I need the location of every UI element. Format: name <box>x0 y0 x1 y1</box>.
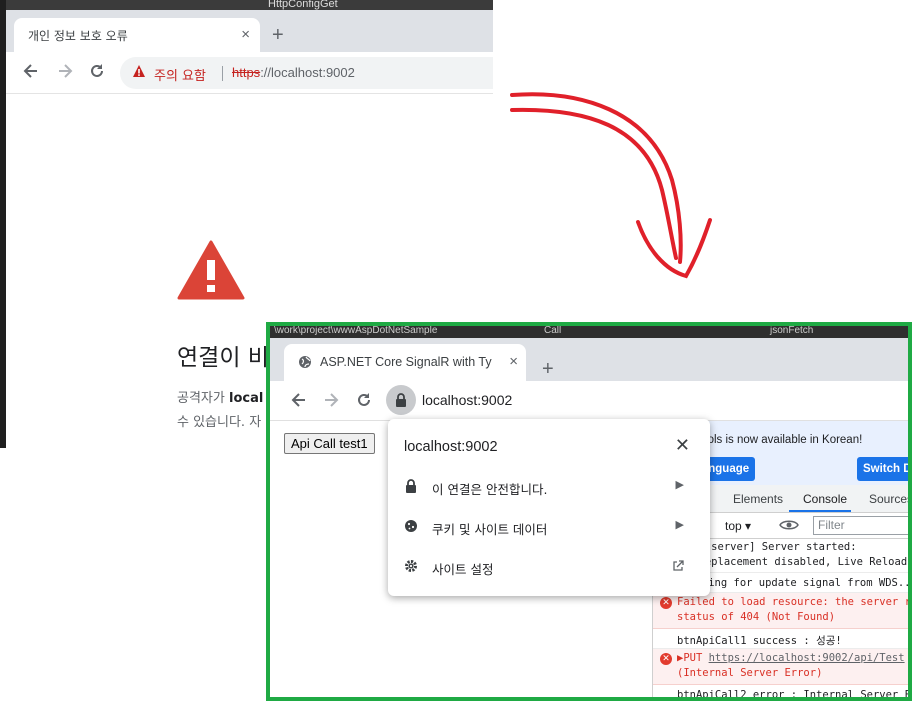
warning-triangle-icon <box>133 65 145 77</box>
console-error-row: ✕ Failed to load resource: the server re… <box>653 593 911 629</box>
red-arrow-annotation <box>510 92 712 279</box>
active-tab-indicator <box>789 510 851 512</box>
popup-row-connection[interactable]: 이 연결은 안전합니다. ▶ <box>388 467 710 507</box>
reload-icon <box>91 64 103 77</box>
tab-bar: 개인 정보 보호 오류 × + <box>6 10 493 52</box>
background-window-strip: \work\project\wwwAspDotNetSample Call js… <box>270 326 908 338</box>
log-text: status of 404 (Not Found) <box>677 611 836 623</box>
tab-close-button[interactable]: × <box>509 353 518 370</box>
error-description-host: local <box>228 391 264 406</box>
chevron-right-icon: ▶ <box>675 479 684 491</box>
large-warning-icon <box>177 240 245 300</box>
tab-title: ASP.NET Core SignalR with TypeScript <box>320 355 492 369</box>
tab-privacy-error[interactable]: 개인 정보 보호 오류 × <box>14 18 260 52</box>
switch-korean-button[interactable]: Switch DevTools to Korean <box>857 457 908 481</box>
log-text: Failed to load resource: the server resp… <box>677 596 911 608</box>
url-text[interactable]: localhost:9002 <box>422 392 512 408</box>
popup-close-button[interactable]: ✕ <box>675 435 690 456</box>
url-host: ://localhost:9002 <box>260 65 355 80</box>
reload-button[interactable] <box>88 62 106 85</box>
tab-title: 개인 정보 보호 오류 <box>28 29 128 43</box>
omnibox-divider <box>222 66 223 81</box>
url-scheme: https <box>232 65 261 80</box>
background-item: Call <box>544 326 562 336</box>
log-text: btnApiCall1 success : 성공! <box>677 635 842 647</box>
console-error-row: ✕ ▶PUT https://localhost:9002/api/Test (… <box>653 649 908 685</box>
forward-button[interactable] <box>322 391 340 414</box>
address-bar[interactable]: 주의 요함 https://localhost:9002 <box>120 57 493 89</box>
arrow-left-icon <box>23 64 37 78</box>
error-description-prefix: 공격자가 <box>177 391 229 406</box>
api-call-button[interactable]: Api Call test1 <box>284 433 375 454</box>
tab-sources[interactable]: Sources <box>869 492 908 506</box>
reload-icon <box>358 393 370 406</box>
console-log-row: btnApiCall1 success : 성공! <box>653 629 908 649</box>
log-text: (Internal Server Error) <box>677 667 823 679</box>
security-chip-label[interactable]: 주의 요함 <box>154 65 206 84</box>
toolbar: localhost:9002 <box>270 381 908 421</box>
external-link-icon <box>673 560 684 571</box>
popup-host: localhost:9002 <box>404 439 498 455</box>
arrow-right-icon <box>325 393 339 407</box>
browser-window-secure: \work\project\wwwAspDotNetSample Call js… <box>266 322 912 701</box>
toolbar: 주의 요함 https://localhost:9002 <box>6 52 493 94</box>
log-prefix: ▶PUT <box>677 652 709 664</box>
cookie-icon <box>405 520 417 532</box>
url-text: https://localhost:9002 <box>232 65 355 80</box>
context-selector[interactable]: top ▾ <box>725 519 751 533</box>
new-tab-button[interactable]: + <box>272 24 284 47</box>
popup-row-label: 이 연결은 안전합니다. <box>432 482 548 497</box>
gear-icon <box>405 560 417 572</box>
arrow-left-icon <box>291 393 305 407</box>
globe-icon <box>299 356 311 368</box>
tab-close-button[interactable]: × <box>241 26 250 43</box>
error-heading: 연결이 비 <box>177 345 269 371</box>
eye-icon[interactable] <box>779 518 799 532</box>
popup-row-label: 사이트 설정 <box>432 562 494 577</box>
tab-bar: ASP.NET Core SignalR with TypeScript × + <box>270 338 908 381</box>
tab-elements[interactable]: Elements <box>733 492 783 506</box>
request-link[interactable]: https://localhost:9002/api/Test <box>709 652 905 664</box>
error-description-line2: 수 있습니다. 자 <box>177 415 262 430</box>
back-button[interactable] <box>290 391 308 414</box>
chevron-right-icon: ▶ <box>675 519 684 531</box>
popup-row-cookies[interactable]: 쿠키 및 사이트 데이터 ▶ <box>388 507 710 547</box>
popup-row-label: 쿠키 및 사이트 데이터 <box>432 522 548 537</box>
log-text: btnApiCall2 error : Internal Server Erro… <box>677 689 912 701</box>
arrow-right-icon <box>59 64 73 78</box>
background-window-strip: HttpConfigGet <box>6 0 493 10</box>
lock-icon <box>396 393 406 407</box>
site-info-button[interactable] <box>386 385 416 415</box>
console-log-row: btnApiCall2 error : Internal Server Erro… <box>653 685 912 701</box>
error-description-line1: 공격자가 local <box>177 387 263 406</box>
context-label: top <box>725 519 742 533</box>
lock-icon <box>406 479 416 493</box>
log-text: ▶PUT https://localhost:9002/api/Test <box>677 652 905 664</box>
new-tab-button[interactable]: + <box>542 358 554 381</box>
site-info-popup: localhost:9002 ✕ 이 연결은 안전합니다. ▶ 쿠키 및 사이트… <box>388 419 710 596</box>
error-icon: ✕ <box>660 597 672 609</box>
forward-button[interactable] <box>56 62 74 85</box>
back-button[interactable] <box>22 62 40 85</box>
background-window-title: HttpConfigGet <box>268 0 338 10</box>
screenshot-canvas: HttpConfigGet 개인 정보 보호 오류 × + 주의 요함 http… <box>0 0 918 705</box>
background-item: \work\project\wwwAspDotNetSample <box>274 326 438 336</box>
console-filter-input[interactable]: Filter <box>813 516 908 535</box>
error-icon: ✕ <box>660 653 672 665</box>
background-item: jsonFetch <box>770 326 814 336</box>
tab-console[interactable]: Console <box>803 492 847 506</box>
reload-button[interactable] <box>355 391 373 414</box>
tab-signalr[interactable]: ASP.NET Core SignalR with TypeScript × <box>284 344 526 381</box>
popup-row-site-settings[interactable]: 사이트 설정 <box>388 547 710 587</box>
